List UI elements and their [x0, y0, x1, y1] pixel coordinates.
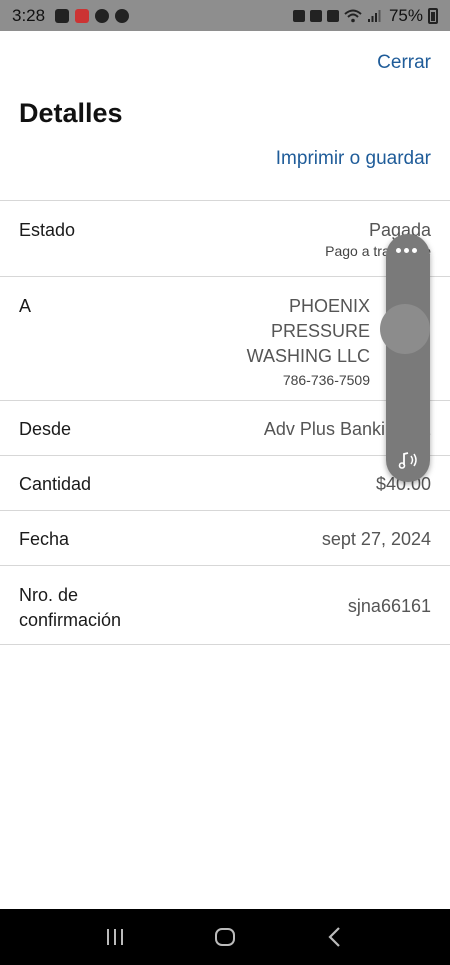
- alarm-icon: [292, 9, 305, 22]
- wifi-icon: [344, 9, 362, 22]
- status-bar: 3:28 75%: [0, 0, 450, 31]
- nfc-icon: [309, 9, 322, 22]
- from-label: Desde: [19, 419, 72, 439]
- date-label: Fecha: [19, 529, 70, 549]
- status-right: 75%: [292, 5, 438, 26]
- back-icon: [328, 927, 340, 947]
- notification-avatar-icon: [75, 8, 90, 23]
- status-label: Estado: [19, 220, 76, 240]
- from-row: Desde Adv Plus Banking - 2: [0, 400, 450, 455]
- notification-ball-icon-2: [115, 8, 130, 23]
- home-button[interactable]: [205, 917, 245, 957]
- status-left: 3:28: [12, 5, 130, 26]
- confirmation-label: Nro. de confirmación: [19, 583, 179, 633]
- confirmation-label-line2: confirmación: [19, 610, 122, 630]
- payee-name-line2: PRESSURE: [270, 321, 370, 341]
- print-or-save-link[interactable]: Imprimir o guardar: [276, 148, 431, 170]
- status-time: 3:28: [12, 5, 46, 25]
- payee-phone: 786-736-7509: [282, 372, 370, 388]
- vibrate-icon: [326, 9, 339, 22]
- more-dots-icon[interactable]: [396, 248, 417, 253]
- confirmation-label-line1: Nro. de: [19, 585, 79, 605]
- notification-ball-icon: [95, 8, 110, 23]
- payee-name-line1: PHOENIX: [288, 296, 370, 316]
- audio-note-icon[interactable]: [394, 446, 422, 474]
- back-button[interactable]: [315, 917, 355, 957]
- page-title: Detalles: [19, 98, 123, 128]
- floating-overlay[interactable]: [380, 234, 430, 482]
- battery-icon: [428, 7, 438, 24]
- recents-icon: [107, 929, 123, 945]
- date-row: Fecha sept 27, 2024: [0, 510, 450, 565]
- date-value: sept 27, 2024: [321, 529, 431, 549]
- amount-label: Cantidad: [19, 474, 92, 494]
- recents-button[interactable]: [95, 917, 135, 957]
- navigation-bar: [0, 909, 450, 965]
- notification-app-icon: [55, 8, 70, 23]
- battery-percent: 75%: [388, 5, 423, 25]
- signal-icon: [367, 9, 381, 22]
- amount-row: Cantidad $40.00: [0, 455, 450, 510]
- payee-label: A: [19, 296, 32, 316]
- status-row: Estado Pagada Pago a través de: [0, 200, 450, 276]
- payee-name-line3: WASHING LLC: [246, 346, 370, 366]
- overlay-drag-handle[interactable]: [380, 304, 430, 354]
- close-link[interactable]: Cerrar: [377, 52, 431, 74]
- confirmation-value: sjna66161: [347, 596, 431, 616]
- home-icon: [215, 928, 235, 946]
- payee-name: PHOENIX PRESSURE WASHING LLC: [247, 294, 370, 369]
- confirmation-row: Nro. de confirmación sjna66161: [0, 565, 450, 645]
- details-list: Estado Pagada Pago a través de A PHOENIX…: [0, 200, 450, 645]
